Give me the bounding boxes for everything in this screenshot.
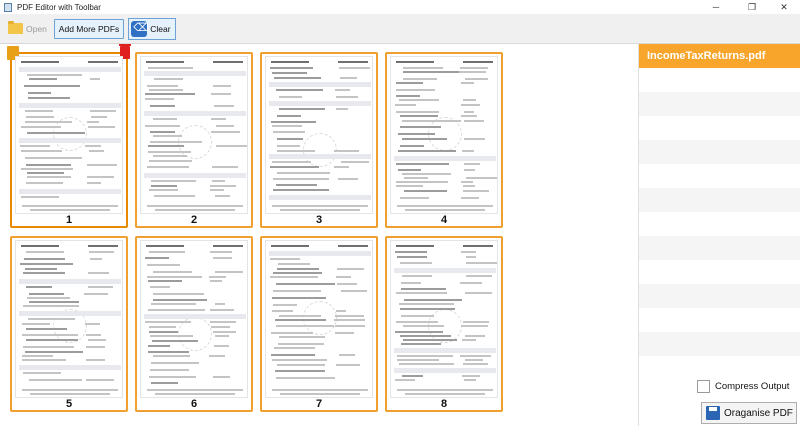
page-thumbnail bbox=[15, 56, 123, 214]
page-number: 5 bbox=[65, 398, 73, 410]
organise-pdf-button[interactable]: Oraganise PDF bbox=[701, 402, 797, 424]
page-card[interactable]: 1 bbox=[7, 44, 131, 228]
app-icon bbox=[4, 2, 12, 12]
window-title: PDF Editor with Toolbar bbox=[17, 2, 101, 12]
page-card[interactable]: 6 bbox=[135, 236, 253, 412]
clear-icon bbox=[131, 20, 149, 37]
toolbar: Open Add More PDFs Clear bbox=[0, 14, 800, 44]
open-button[interactable]: Open bbox=[5, 19, 50, 39]
page-number: 8 bbox=[440, 398, 448, 410]
page-number: 3 bbox=[315, 214, 323, 226]
clear-label: Clear bbox=[150, 23, 171, 34]
page-thumbnail bbox=[15, 240, 123, 398]
compress-output-option[interactable]: Compress Output bbox=[697, 380, 789, 393]
compress-output-checkbox[interactable] bbox=[697, 380, 710, 393]
page-number: 4 bbox=[440, 214, 448, 226]
page-number: 7 bbox=[315, 398, 323, 410]
folder-icon bbox=[8, 21, 23, 34]
page-card[interactable]: 8 bbox=[385, 236, 503, 412]
page-thumbnail bbox=[140, 56, 248, 214]
restore-icon[interactable]: ❐ bbox=[740, 0, 764, 14]
minimize-icon[interactable]: ─ bbox=[704, 0, 728, 14]
file-list-item[interactable]: IncomeTaxReturns.pdf bbox=[639, 44, 800, 68]
add-more-pdfs-button[interactable]: Add More PDFs bbox=[53, 18, 125, 39]
page-card[interactable]: 4 bbox=[385, 52, 503, 228]
page-number: 2 bbox=[190, 214, 198, 226]
page-card[interactable]: 3 bbox=[260, 52, 378, 228]
add-more-pdfs-label: Add More PDFs bbox=[58, 23, 120, 34]
save-icon bbox=[706, 406, 720, 420]
page-number: 1 bbox=[65, 214, 73, 226]
page-thumbnail bbox=[390, 56, 498, 214]
page-thumbnail bbox=[390, 240, 498, 398]
page-thumbnail bbox=[265, 240, 373, 398]
file-list-panel: IncomeTaxReturns.pdf Compress Output Ora… bbox=[638, 44, 800, 426]
open-label: Open bbox=[26, 23, 47, 34]
page-card[interactable]: 7 bbox=[260, 236, 378, 412]
title-bar: PDF Editor with Toolbar bbox=[0, 0, 800, 14]
page-grid: 1 2 3 4 5 6 7 8 bbox=[0, 44, 638, 426]
page-thumbnail bbox=[265, 56, 373, 214]
close-icon[interactable]: ✕ bbox=[772, 0, 796, 14]
page-card[interactable]: 5 bbox=[10, 236, 128, 412]
page-thumbnail bbox=[140, 240, 248, 398]
organise-pdf-label: Oraganise PDF bbox=[724, 407, 793, 419]
page-card[interactable]: 2 bbox=[135, 52, 253, 228]
page-number: 6 bbox=[190, 398, 198, 410]
clear-button[interactable]: Clear bbox=[128, 17, 176, 40]
compress-output-label: Compress Output bbox=[715, 381, 790, 392]
